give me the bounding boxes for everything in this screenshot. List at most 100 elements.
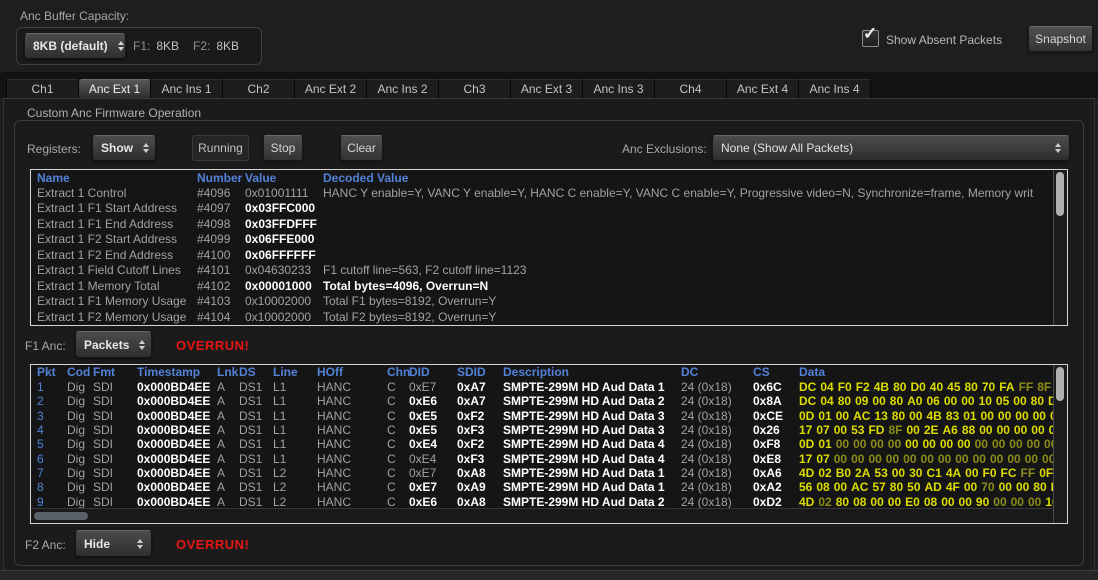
data-byte: 80: [893, 380, 906, 394]
packet-row[interactable]: 7DigSDI0x000BD4EEADS1L2HANCC0xE70xA8SMPT…: [31, 466, 1054, 480]
packet-table-vscrollbar[interactable]: [1053, 365, 1067, 523]
register-number: #4100: [197, 248, 245, 263]
packet-table-body: 1DigSDI0x000BD4EEADS1L1HANCC0xE70xA7SMPT…: [31, 380, 1054, 509]
packet-data: 17070053FD8F002EA6880000000000: [799, 423, 1054, 437]
packet-table-hscrollbar[interactable]: [31, 508, 1054, 523]
register-row[interactable]: Extract 1 F2 Memory Usage#41040x10002000…: [31, 310, 1054, 325]
tab-anc-ext-3[interactable]: Anc Ext 3: [511, 79, 583, 99]
stop-button[interactable]: Stop: [263, 135, 303, 161]
register-row[interactable]: Extract 1 F2 Start Address#40990x06FFE00…: [31, 232, 1054, 247]
tab-anc-ext-1[interactable]: Anc Ext 1: [79, 79, 151, 99]
register-decoded-value: [323, 232, 1054, 247]
register-row[interactable]: Extract 1 F2 End Address#41000x06FFFFFF: [31, 248, 1054, 263]
tab-ch1[interactable]: Ch1: [6, 79, 79, 99]
packet-row[interactable]: 6DigSDI0x000BD4EEADS1L1HANCC0xE40xF3SMPT…: [31, 452, 1054, 466]
show-absent-packets-label: Show Absent Packets: [886, 33, 1002, 47]
tab-ch2[interactable]: Ch2: [223, 79, 295, 99]
data-byte: 00: [964, 480, 977, 494]
window-bottom-edge: [0, 570, 1098, 580]
f1-anc-label: F1 Anc:: [25, 339, 66, 353]
data-byte: 04: [820, 380, 833, 394]
packet-row[interactable]: 1DigSDI0x000BD4EEADS1L1HANCC0xE70xA7SMPT…: [31, 380, 1054, 394]
register-value: 0x03FFC000: [245, 201, 323, 216]
packet-hoff: HANC: [317, 409, 387, 423]
data-byte: 80: [836, 495, 849, 509]
register-row[interactable]: Extract 1 F1 End Address#40980x03FFDFFF: [31, 217, 1054, 232]
data-byte: 06: [926, 394, 939, 408]
tab-anc-ins-1[interactable]: Anc Ins 1: [151, 79, 223, 99]
data-byte: 53: [851, 423, 864, 437]
running-button[interactable]: Running: [192, 135, 249, 161]
tab-anc-ins-3[interactable]: Anc Ins 3: [583, 79, 655, 99]
snapshot-button[interactable]: Snapshot: [1028, 26, 1093, 52]
anc-exclusions-label: Anc Exclusions:: [622, 142, 707, 156]
packet-lnk: A: [217, 423, 239, 437]
register-row[interactable]: Extract 1 Control#40960x01001111HANC Y e…: [31, 186, 1054, 201]
packet-row[interactable]: 8DigSDI0x000BD4EEADS1L2HANCC0xE70xA9SMPT…: [31, 480, 1054, 494]
chevron-updown-icon: [143, 143, 149, 153]
packet-lnk: A: [217, 437, 239, 451]
packet-description: SMPTE-299M HD Aud Data 3: [503, 423, 681, 437]
data-byte: 8F: [1037, 380, 1051, 394]
data-byte: FD: [868, 423, 884, 437]
tab-anc-ins-2[interactable]: Anc Ins 2: [367, 79, 439, 99]
packet-row[interactable]: 5DigSDI0x000BD4EEADS1L1HANCC0xE40xF2SMPT…: [31, 437, 1054, 451]
packet-line: L1: [273, 437, 317, 451]
tab-anc-ins-4[interactable]: Anc Ins 4: [799, 79, 871, 99]
data-byte: F0: [983, 466, 997, 480]
packet-col-header-6: Line: [273, 365, 317, 380]
register-table-vscrollbar[interactable]: [1053, 170, 1067, 325]
scrollbar-thumb[interactable]: [34, 512, 88, 520]
packet-fmt: SDI: [93, 409, 137, 423]
anc-exclusions-select[interactable]: None (Show All Packets): [712, 135, 1070, 161]
tab-anc-ext-4[interactable]: Anc Ext 4: [727, 79, 799, 99]
register-decoded-value: Total F1 bytes=8192, Overrun=Y: [323, 294, 1054, 309]
register-row[interactable]: Extract 1 F1 Start Address#40970x03FFC00…: [31, 201, 1054, 216]
data-byte: AD: [925, 480, 942, 494]
packet-row[interactable]: 9DigSDI0x000BD4EEADS1L2HANCC0xE60xA8SMPT…: [31, 495, 1054, 509]
register-row[interactable]: Extract 1 Field Cutoff Lines#41010x04630…: [31, 263, 1054, 278]
register-value: 0x06FFFFFF: [245, 248, 323, 263]
register-col-header-3: Decoded Value: [323, 170, 1054, 186]
data-byte: 2A: [855, 466, 870, 480]
register-value: 0x01001111: [245, 186, 323, 201]
packet-row[interactable]: 4DigSDI0x000BD4EEADS1L1HANCC0xE50xF3SMPT…: [31, 423, 1054, 437]
data-byte: 4D: [799, 495, 814, 509]
packet-number: 6: [37, 452, 67, 466]
register-number: #4099: [197, 232, 245, 247]
packet-row[interactable]: 2DigSDI0x000BD4EEADS1L1HANCC0xE60xA7SMPT…: [31, 394, 1054, 408]
data-byte: C1: [926, 466, 941, 480]
data-byte: 00: [834, 480, 847, 494]
tab-ch4[interactable]: Ch4: [655, 79, 727, 99]
data-byte: 00: [909, 409, 922, 423]
tab-ch3[interactable]: Ch3: [439, 79, 511, 99]
packet-data: 560800AC578050AD4F0070000080E0: [799, 480, 1054, 494]
f2-overrun-status: OVERRUN!: [176, 537, 249, 552]
register-name: Extract 1 F1 End Address: [37, 217, 197, 232]
packet-cs: 0xF8: [753, 437, 799, 451]
data-byte: 00: [892, 466, 905, 480]
register-name: Extract 1 Control: [37, 186, 197, 201]
data-byte: 70: [982, 380, 995, 394]
data-byte: 00: [979, 423, 992, 437]
data-byte: 00: [834, 423, 847, 437]
show-absent-packets-checkbox[interactable]: ✓: [862, 30, 879, 47]
registers-select[interactable]: Show: [92, 135, 156, 161]
clear-button[interactable]: Clear: [340, 135, 383, 161]
f2-anc-select[interactable]: Hide: [75, 530, 152, 557]
scrollbar-thumb[interactable]: [1056, 367, 1064, 401]
packet-row[interactable]: 3DigSDI0x000BD4EEADS1L1HANCC0xE50xF2SMPT…: [31, 409, 1054, 423]
register-row[interactable]: Extract 1 Memory Total#41020x00001000Tot…: [31, 279, 1054, 294]
data-byte: 4D: [799, 466, 814, 480]
register-value: 0x00001000: [245, 279, 323, 294]
data-byte: 80: [890, 394, 903, 408]
data-byte: 0F: [1039, 466, 1053, 480]
scrollbar-thumb[interactable]: [1056, 172, 1064, 216]
buffer-capacity-select[interactable]: 8KB (default): [24, 33, 126, 59]
packet-lnk: A: [217, 480, 239, 494]
register-row[interactable]: Extract 1 F1 Memory Usage#41030x10002000…: [31, 294, 1054, 309]
tab-anc-ext-2[interactable]: Anc Ext 2: [295, 79, 367, 99]
f1-anc-select[interactable]: Packets: [75, 331, 152, 358]
data-byte: 00: [940, 437, 953, 451]
packet-timestamp: 0x000BD4EE: [137, 380, 217, 394]
